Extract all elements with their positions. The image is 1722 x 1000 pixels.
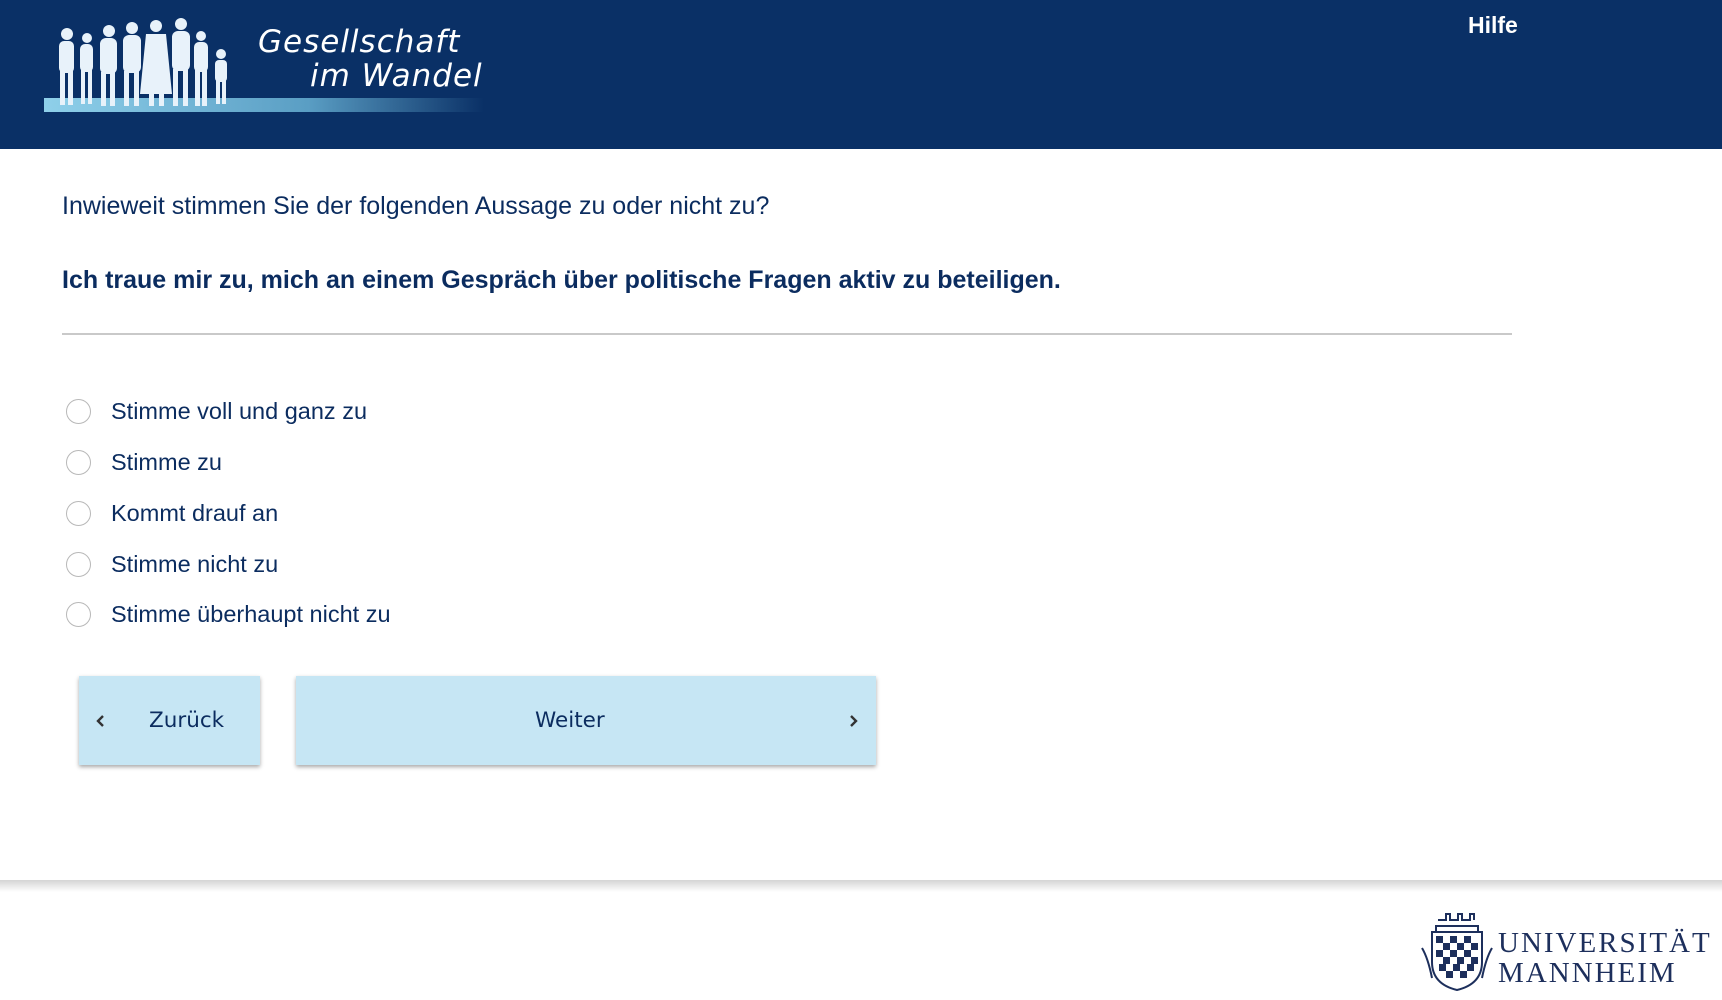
chevron-right-icon <box>850 715 858 727</box>
site-header: Gesellschaft im Wandel Hilfe <box>0 0 1722 149</box>
radio-button[interactable] <box>66 551 91 577</box>
next-button-label: Weiter <box>535 708 605 733</box>
radio-button[interactable] <box>66 398 91 424</box>
logo-title: Gesellschaft <box>258 24 461 60</box>
option-label: Kommt drauf an <box>111 500 279 526</box>
option-stimme-ueberhaupt-nicht-zu[interactable]: Stimme überhaupt nicht zu <box>66 597 466 631</box>
option-label: Stimme nicht zu <box>111 551 279 577</box>
chevron-left-icon <box>96 715 104 727</box>
gesellschaft-im-wandel-logo: Gesellschaft im Wandel <box>40 14 500 126</box>
radio-button[interactable] <box>66 449 91 475</box>
back-button[interactable]: Zurück <box>79 676 260 765</box>
back-button-label: Zurück <box>149 708 225 733</box>
radio-button[interactable] <box>66 601 91 627</box>
option-label: Stimme überhaupt nicht zu <box>111 601 391 627</box>
option-label: Stimme zu <box>111 449 222 475</box>
radio-button[interactable] <box>66 500 91 526</box>
university-crest-icon <box>1421 913 1493 992</box>
divider <box>62 333 1512 335</box>
universitaet-mannheim-logo: UNIVERSITÄT MANNHEIM <box>1418 908 1718 996</box>
next-button[interactable]: Weiter <box>296 676 876 765</box>
option-stimme-zu[interactable]: Stimme zu <box>66 445 466 479</box>
university-name-line1: UNIVERSITÄT <box>1498 927 1712 959</box>
option-stimme-voll-und-ganz-zu[interactable]: Stimme voll und ganz zu <box>66 394 466 428</box>
question-statement: Ich traue mir zu, mich an einem Gespräch… <box>62 266 1061 294</box>
footer-divider <box>0 880 1722 892</box>
option-kommt-drauf-an[interactable]: Kommt drauf an <box>66 496 466 530</box>
logo-subtitle: im Wandel <box>310 58 483 94</box>
question-prompt: Inwieweit stimmen Sie der folgenden Auss… <box>62 192 770 220</box>
option-stimme-nicht-zu[interactable]: Stimme nicht zu <box>66 547 466 581</box>
option-label: Stimme voll und ganz zu <box>111 398 368 424</box>
university-name-line2: MANNHEIM <box>1498 957 1677 989</box>
help-link[interactable]: Hilfe <box>1468 10 1518 40</box>
